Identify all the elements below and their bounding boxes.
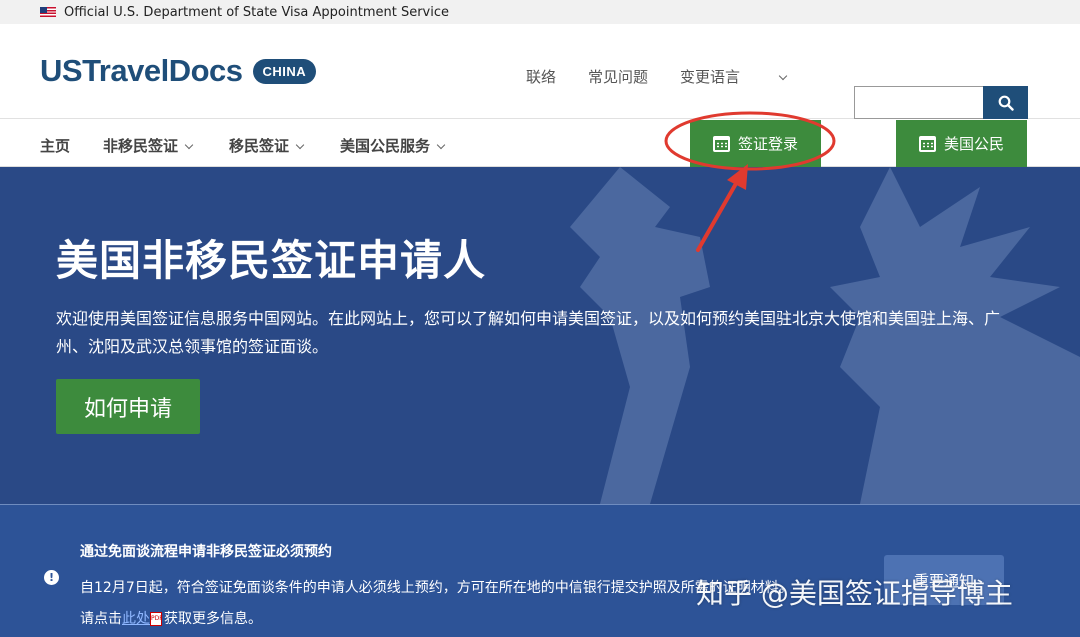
contact-link[interactable]: 联络 [526, 66, 556, 87]
utility-links: 联络 常见问题 变更语言 [526, 66, 818, 87]
chevron-down-icon [184, 140, 194, 150]
nav-item-immigrant[interactable]: 移民签证 [229, 135, 305, 156]
site-logo[interactable]: USTravelDocs CHINA [40, 53, 317, 89]
notice-text-end: 获取更多信息。 [164, 611, 262, 627]
chevron-down-icon [295, 140, 305, 150]
language-selector[interactable]: 变更语言 [680, 66, 788, 87]
pdf-icon: PDF [150, 612, 163, 626]
nav-item-label: 美国公民服务 [340, 137, 431, 155]
search-icon [998, 95, 1014, 111]
nav-item-label: 非移民签证 [103, 137, 179, 155]
site-header: USTravelDocs CHINA 联络 常见问题 变更语言 [0, 24, 1080, 119]
calendar-icon [918, 135, 936, 152]
nav-item-citizen-services[interactable]: 美国公民服务 [340, 135, 446, 156]
notice-banner: 通过免面谈流程申请非移民签证必须预约 ! 自12月7日起，符合签证免面谈条件的申… [0, 504, 1080, 637]
alert-icon: ! [44, 570, 59, 585]
search-input[interactable] [854, 86, 983, 119]
us-citizen-label: 美国公民 [943, 135, 1004, 153]
here-link[interactable]: 此处 [122, 611, 150, 627]
chevron-down-icon [436, 140, 446, 150]
visa-login-button[interactable]: 签证登录 [690, 120, 821, 167]
faq-link[interactable]: 常见问题 [588, 66, 648, 87]
search-button[interactable] [983, 86, 1028, 119]
nav-item-home[interactable]: 主页 [40, 135, 70, 156]
visa-login-label: 签证登录 [737, 135, 798, 153]
nav-item-nonimmigrant[interactable]: 非移民签证 [103, 135, 194, 156]
notice-title: 通过免面谈流程申请非移民签证必须预约 [80, 544, 332, 560]
chevron-down-icon [778, 71, 788, 81]
hero-banner: 美国非移民签证申请人 欢迎使用美国签证信息服务中国网站。在此网站上，您可以了解如… [0, 167, 1080, 504]
page-title: 美国非移民签证申请人 [56, 236, 487, 285]
search-form [854, 86, 1028, 120]
language-label: 变更语言 [680, 68, 741, 86]
hero-description: 欢迎使用美国签证信息服务中国网站。在此网站上，您可以了解如何申请美国签证，以及如… [56, 309, 1001, 356]
calendar-icon [712, 135, 730, 152]
us-citizen-button[interactable]: 美国公民 [896, 120, 1027, 167]
watermark-text: 知乎 @美国签证指导博主 [696, 577, 1013, 610]
official-banner: Official U.S. Department of State Visa A… [0, 0, 1080, 24]
country-badge: CHINA [252, 58, 317, 84]
nav-item-label: 移民签证 [229, 137, 290, 155]
main-nav: 主页 非移民签证 移民签证 美国公民服务 签证登录 美国公民 [0, 120, 1080, 167]
official-banner-text: Official U.S. Department of State Visa A… [64, 4, 450, 20]
notice-text: 自12月7日起，符合签证免面谈条件的申请人必须线上预约，方可在所在地的中信银行提… [80, 573, 800, 635]
how-to-apply-button[interactable]: 如何申请 [56, 379, 200, 434]
logo-text: USTravelDocs [40, 53, 243, 88]
us-flag-icon [40, 7, 56, 17]
